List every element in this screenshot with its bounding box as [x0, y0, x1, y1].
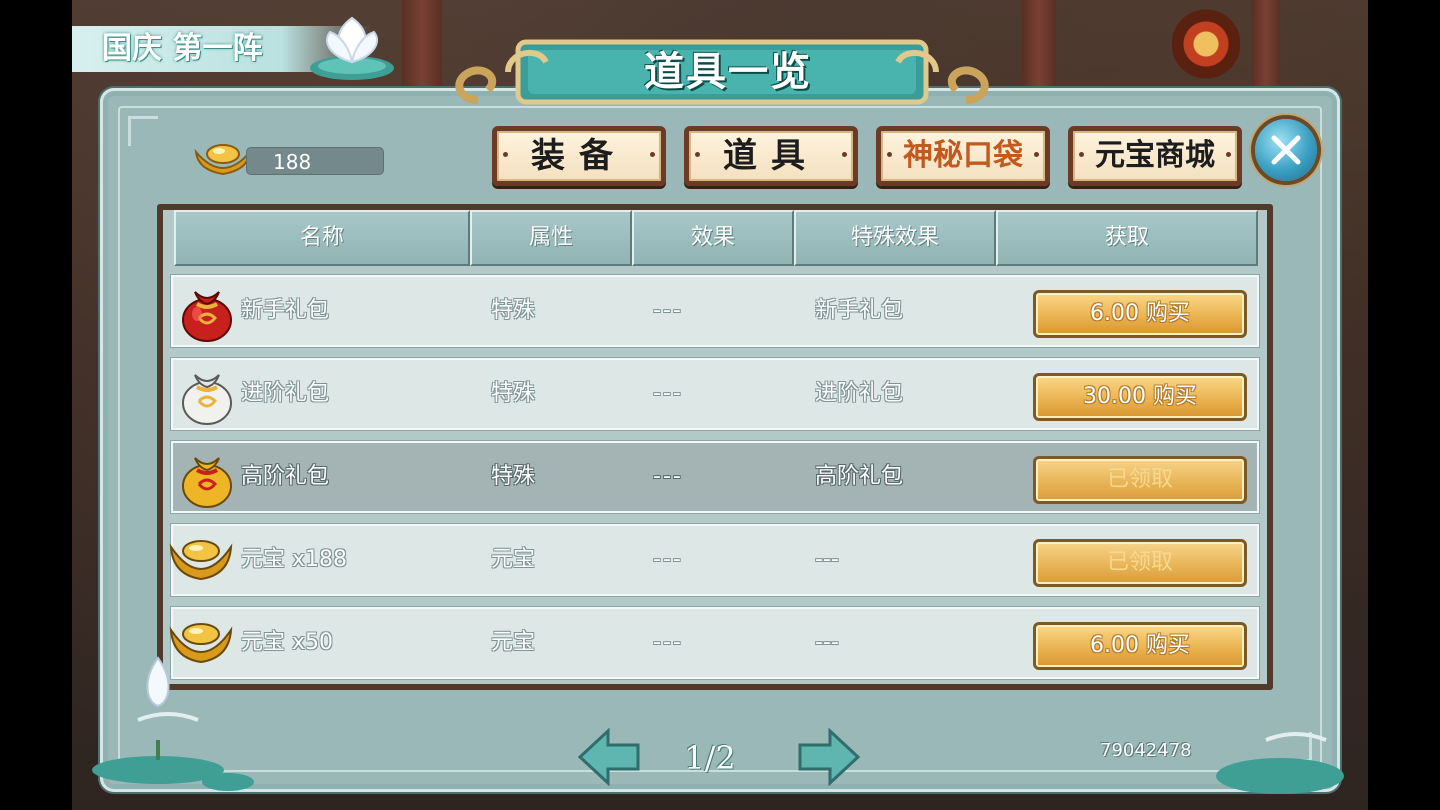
- lotus-bud-decoration: [92, 656, 254, 791]
- column-header-special-effect: 特殊效果: [794, 210, 996, 266]
- buy-button[interactable]: 6.00 购买: [1033, 290, 1247, 338]
- close-button[interactable]: [1255, 119, 1317, 181]
- item-effect: ---: [653, 630, 683, 655]
- close-icon: [1271, 135, 1301, 165]
- buy-button[interactable]: 30.00 购买: [1033, 373, 1247, 421]
- tab-equipment[interactable]: 装备: [492, 126, 666, 186]
- item-effect: ---: [653, 298, 683, 323]
- column-header-effect: 效果: [632, 210, 794, 266]
- tab-ingot-shop[interactable]: 元宝商城: [1068, 126, 1242, 186]
- item-special-effect: ---: [815, 547, 839, 572]
- item-special-effect: ---: [815, 630, 839, 655]
- item-effect: ---: [653, 547, 683, 572]
- item-name: 高阶礼包: [241, 464, 330, 489]
- table-row[interactable]: 进阶礼包 特殊 --- 进阶礼包 30.00 购买: [170, 357, 1260, 431]
- item-name: 元宝 x188: [241, 547, 348, 572]
- column-header-name: 名称: [174, 210, 470, 266]
- item-attribute: 元宝: [491, 630, 536, 655]
- item-effect: ---: [653, 381, 683, 406]
- gold-bag-icon: [182, 457, 232, 508]
- item-special-effect: 进阶礼包: [815, 381, 904, 406]
- item-effect: ---: [653, 464, 683, 489]
- item-attribute: 特殊: [491, 298, 536, 323]
- column-header-attribute: 属性: [470, 210, 632, 266]
- table-row[interactable]: 高阶礼包 特殊 --- 高阶礼包 已领取: [170, 440, 1260, 514]
- buy-button[interactable]: 6.00 购买: [1033, 622, 1247, 670]
- table-row[interactable]: 元宝 x50 元宝 --- --- 6.00 购买: [169, 606, 1260, 680]
- claimed-button[interactable]: 已领取: [1033, 456, 1247, 504]
- item-special-effect: 新手礼包: [815, 298, 904, 323]
- item-attribute: 特殊: [491, 381, 536, 406]
- tab-mystery-bag[interactable]: 神秘口袋: [876, 126, 1050, 186]
- gold-ingot-icon: [194, 144, 252, 176]
- lotus-icon: [310, 16, 394, 80]
- table-row[interactable]: 元宝 x188 元宝 --- --- 已领取: [169, 523, 1260, 597]
- column-header-obtain: 获取: [996, 210, 1258, 266]
- currency-amount: 188: [246, 147, 384, 175]
- page-indicator: 1/2: [684, 739, 736, 777]
- red-bag-icon: [182, 291, 232, 342]
- item-attribute: 特殊: [491, 464, 536, 489]
- tab-items[interactable]: 道具: [684, 126, 858, 186]
- next-page-button[interactable]: [796, 728, 862, 786]
- table-header: 名称 属性 效果 特殊效果 获取: [174, 210, 1258, 266]
- white-bag-icon: [182, 374, 232, 425]
- gold-ingot-icon: [169, 540, 233, 581]
- item-attribute: 元宝: [491, 547, 536, 572]
- previous-page-button[interactable]: [576, 728, 642, 786]
- user-id: 79042478: [1100, 740, 1192, 761]
- page-title: 道具一览: [644, 48, 812, 95]
- lantern-decoration: [1172, 8, 1240, 88]
- item-name: 进阶礼包: [241, 381, 330, 406]
- item-special-effect: 高阶礼包: [815, 464, 904, 489]
- item-name: 新手礼包: [241, 298, 330, 323]
- water-decoration: [1216, 732, 1344, 794]
- table-row[interactable]: 新手礼包 特殊 --- 新手礼包 6.00 购买: [170, 274, 1260, 348]
- claimed-button[interactable]: 已领取: [1033, 539, 1247, 587]
